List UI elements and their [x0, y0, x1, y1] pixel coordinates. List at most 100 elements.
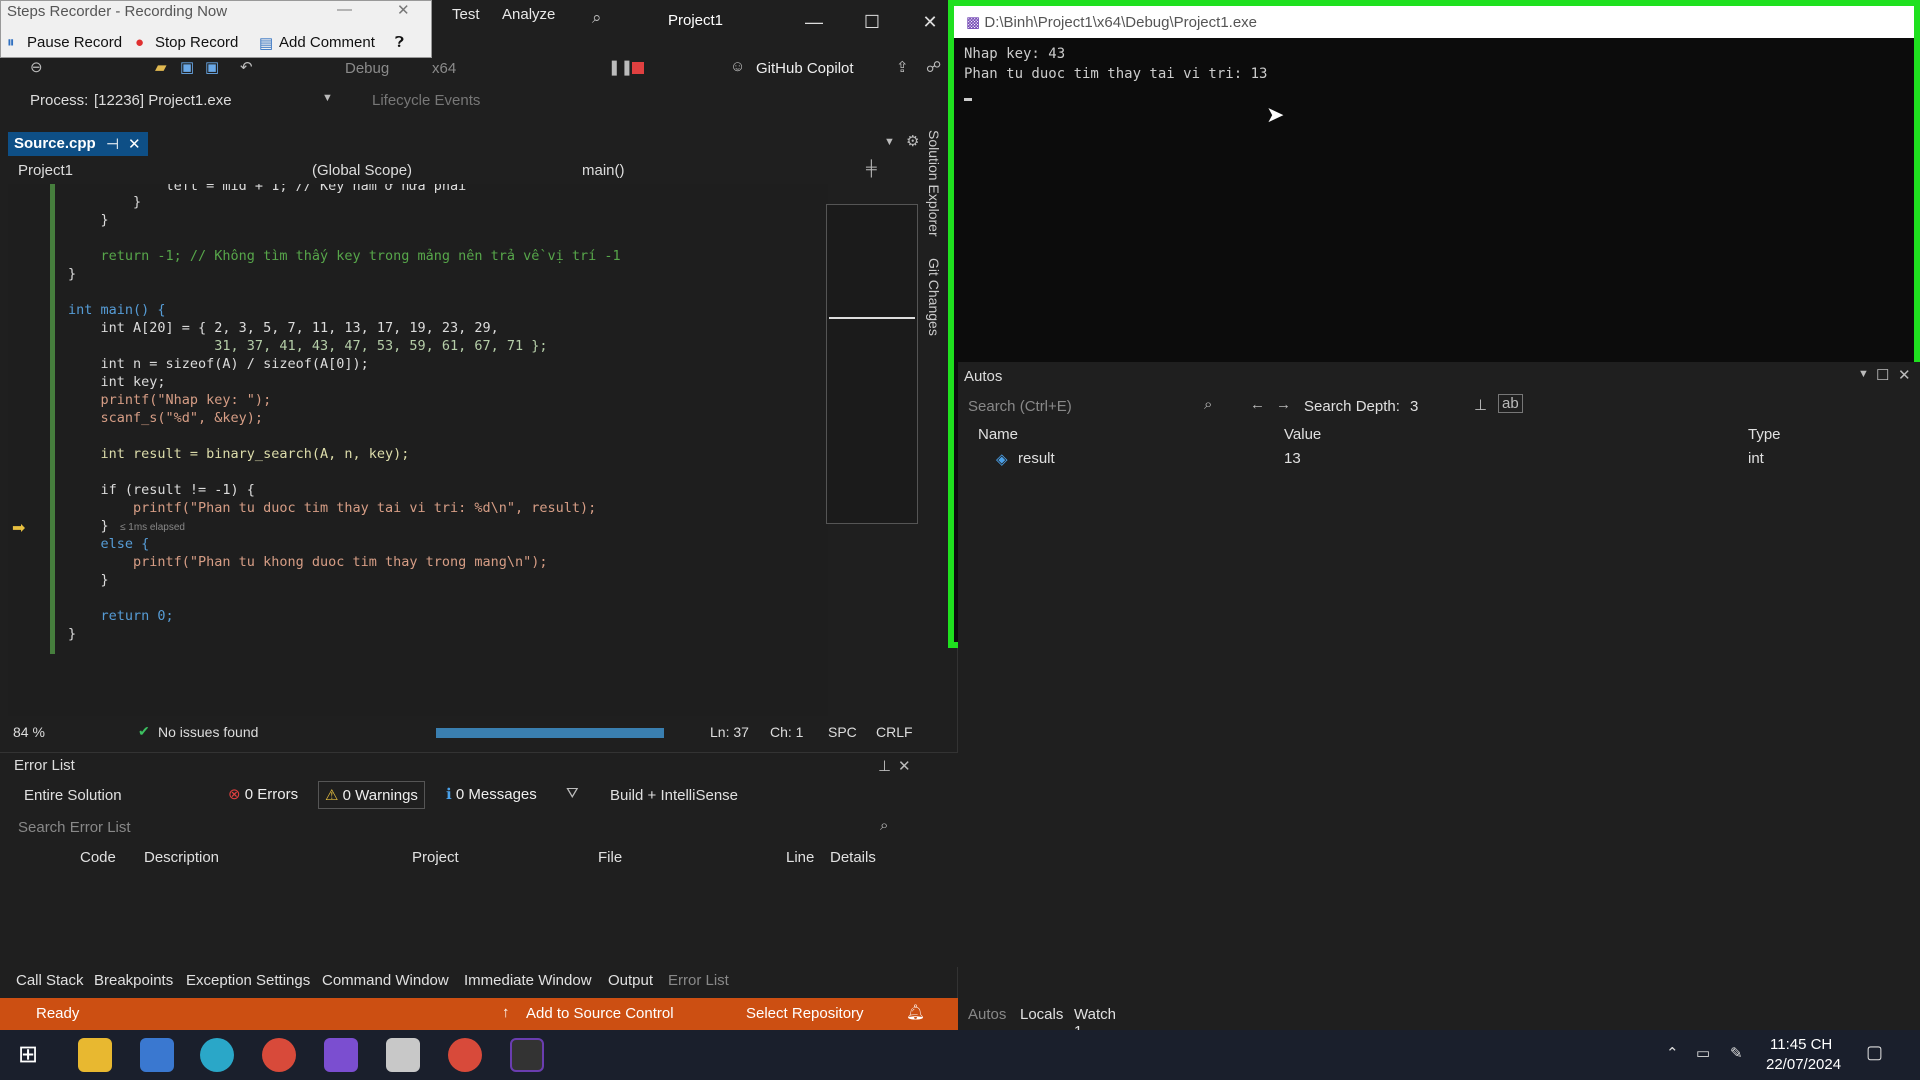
code-editor[interactable]: ➡ left = mid + 1; // Key nằm ở nửa phải …	[8, 184, 828, 716]
error-search-input[interactable]: Search Error List	[18, 819, 131, 836]
column-header-details[interactable]: Details	[830, 849, 876, 866]
save-all-icon[interactable]: ▣	[205, 58, 219, 76]
steps-recorder-icon[interactable]	[386, 1038, 420, 1072]
undo-icon[interactable]: ↶	[240, 58, 253, 76]
column-indicator[interactable]: Ch: 1	[770, 724, 803, 740]
tab-git-changes[interactable]: Git Changes	[926, 258, 942, 336]
build-source-dropdown[interactable]: Build + IntelliSense	[610, 787, 738, 804]
pause-icon[interactable]: ❚❚	[608, 58, 633, 76]
nav-project-dropdown[interactable]: Project1	[14, 160, 77, 184]
column-header-code[interactable]: Code	[80, 849, 116, 866]
console-icon[interactable]	[510, 1038, 544, 1072]
notification-center-icon[interactable]: ▢	[1866, 1042, 1883, 1063]
line-indicator[interactable]: Ln: 37	[710, 724, 749, 740]
add-source-control-button[interactable]: Add to Source Control	[526, 1005, 674, 1022]
menu-test[interactable]: Test	[452, 6, 480, 23]
minimize-icon[interactable]: —	[337, 1, 352, 18]
tab-solution-explorer[interactable]: Solution Explorer	[926, 130, 942, 237]
tab-exception-settings[interactable]: Exception Settings	[186, 972, 310, 989]
config-dropdown[interactable]: Debug	[345, 60, 389, 77]
clock-time[interactable]: 11:45 CH	[1770, 1036, 1832, 1053]
chrome-icon[interactable]	[262, 1038, 296, 1072]
menu-analyze[interactable]: Analyze	[502, 6, 555, 23]
panel-close-icon[interactable]: ✕	[898, 757, 911, 775]
whitespace-indicator[interactable]: SPC	[828, 724, 857, 740]
tab-output[interactable]: Output	[608, 972, 653, 989]
close-icon[interactable]: ✕	[910, 8, 950, 36]
copilot-button[interactable]: GitHub Copilot	[756, 60, 854, 77]
feedback-icon[interactable]: ☍	[926, 58, 941, 76]
column-header-line[interactable]: Line	[786, 849, 814, 866]
messages-filter-button[interactable]: ℹ 0 Messages	[440, 781, 543, 809]
back-icon[interactable]: ⊖	[30, 58, 43, 76]
maximize-icon[interactable]: ☐	[1876, 366, 1889, 384]
column-header-description[interactable]: Description	[144, 849, 219, 866]
process-dropdown[interactable]: [12236] Project1.exe	[94, 92, 232, 109]
share-icon[interactable]: ⇪	[896, 58, 909, 76]
settings-icon[interactable]: ⚙	[906, 132, 919, 150]
split-icon[interactable]: ╪	[866, 160, 877, 177]
select-repository-button[interactable]: Select Repository	[746, 1005, 864, 1022]
minimize-icon[interactable]: —	[794, 8, 834, 36]
column-header-file[interactable]: File	[598, 849, 622, 866]
horizontal-scrollbar[interactable]	[436, 728, 664, 738]
hex-display-icon[interactable]: ab	[1498, 394, 1523, 413]
close-icon[interactable]: ✕	[1898, 366, 1911, 384]
warnings-filter-button[interactable]: ⚠ 0 Warnings	[318, 781, 425, 809]
forward-arrow-icon[interactable]: →	[1276, 396, 1291, 413]
tab-list-icon[interactable]: ▼	[884, 136, 895, 148]
column-header-type[interactable]: Type	[1748, 426, 1781, 443]
filter-icon[interactable]: ⛛	[566, 785, 579, 802]
chevron-down-icon[interactable]: ▼	[322, 92, 333, 104]
pause-record-button[interactable]: Pause Record	[27, 34, 122, 51]
tab-immediate-window[interactable]: Immediate Window	[464, 972, 592, 989]
visual-studio-icon[interactable]	[324, 1038, 358, 1072]
edge-icon[interactable]	[200, 1038, 234, 1072]
issues-status[interactable]: No issues found	[158, 724, 258, 740]
column-header-name[interactable]: Name	[978, 426, 1018, 443]
clock-date[interactable]: 22/07/2024	[1766, 1056, 1841, 1073]
nav-function-dropdown[interactable]: main()	[578, 160, 629, 184]
close-tab-icon[interactable]: ✕	[128, 135, 141, 153]
help-icon[interactable]: ❓︎	[395, 34, 404, 51]
column-header-project[interactable]: Project	[412, 849, 459, 866]
back-arrow-icon[interactable]: ←	[1250, 396, 1265, 413]
scope-dropdown[interactable]: Entire Solution	[24, 787, 122, 804]
network-icon[interactable]: ▭	[1696, 1044, 1710, 1062]
tab-locals[interactable]: Locals	[1020, 1006, 1063, 1023]
chevron-down-icon[interactable]: ▼	[1858, 368, 1869, 380]
notifications-bell-icon[interactable]: 🔔︎	[906, 1003, 925, 1021]
lifecycle-events-dropdown[interactable]: Lifecycle Events	[372, 92, 480, 109]
tab-call-stack[interactable]: Call Stack	[16, 972, 84, 989]
stop-record-button[interactable]: Stop Record	[155, 34, 238, 51]
pen-icon[interactable]: ✎	[1730, 1044, 1743, 1062]
autos-search-input[interactable]: Search (Ctrl+E)	[968, 398, 1072, 415]
save-icon[interactable]: ▣	[180, 58, 194, 76]
tab-source-cpp[interactable]: Source.cpp ⊣ ✕	[8, 132, 148, 156]
pin-icon[interactable]: ⊣	[106, 135, 119, 153]
search-icon[interactable]: ⌕	[592, 8, 602, 28]
close-icon[interactable]: ✕	[397, 1, 410, 19]
search-icon[interactable]: ⌕	[1204, 396, 1212, 413]
copilot-icon[interactable]: ☺	[730, 58, 745, 75]
code-minimap[interactable]	[826, 204, 918, 524]
search-depth-dropdown[interactable]: 3	[1410, 398, 1418, 415]
line-ending-indicator[interactable]: CRLF	[876, 724, 913, 740]
tab-command-window[interactable]: Command Window	[322, 972, 449, 989]
platform-dropdown[interactable]: x64	[432, 60, 456, 77]
tab-error-list[interactable]: Error List	[668, 972, 729, 989]
tab-breakpoints[interactable]: Breakpoints	[94, 972, 173, 989]
tab-autos[interactable]: Autos	[968, 1006, 1006, 1023]
stop-debug-icon[interactable]	[632, 62, 644, 74]
file-explorer-icon[interactable]	[78, 1038, 112, 1072]
nav-scope-dropdown[interactable]: (Global Scope)	[308, 160, 416, 184]
table-row[interactable]: ◈ result 13 int	[958, 446, 1920, 470]
store-icon[interactable]	[140, 1038, 174, 1072]
add-comment-button[interactable]: Add Comment	[279, 34, 375, 51]
row-value[interactable]: 13	[1284, 450, 1301, 467]
column-header-value[interactable]: Value	[1284, 426, 1321, 443]
open-folder-icon[interactable]: ▰	[155, 58, 167, 76]
chevron-up-icon[interactable]: ⌃	[1666, 1044, 1679, 1062]
maximize-icon[interactable]: ☐	[852, 8, 892, 36]
zoom-dropdown[interactable]: 84 %	[13, 724, 45, 740]
